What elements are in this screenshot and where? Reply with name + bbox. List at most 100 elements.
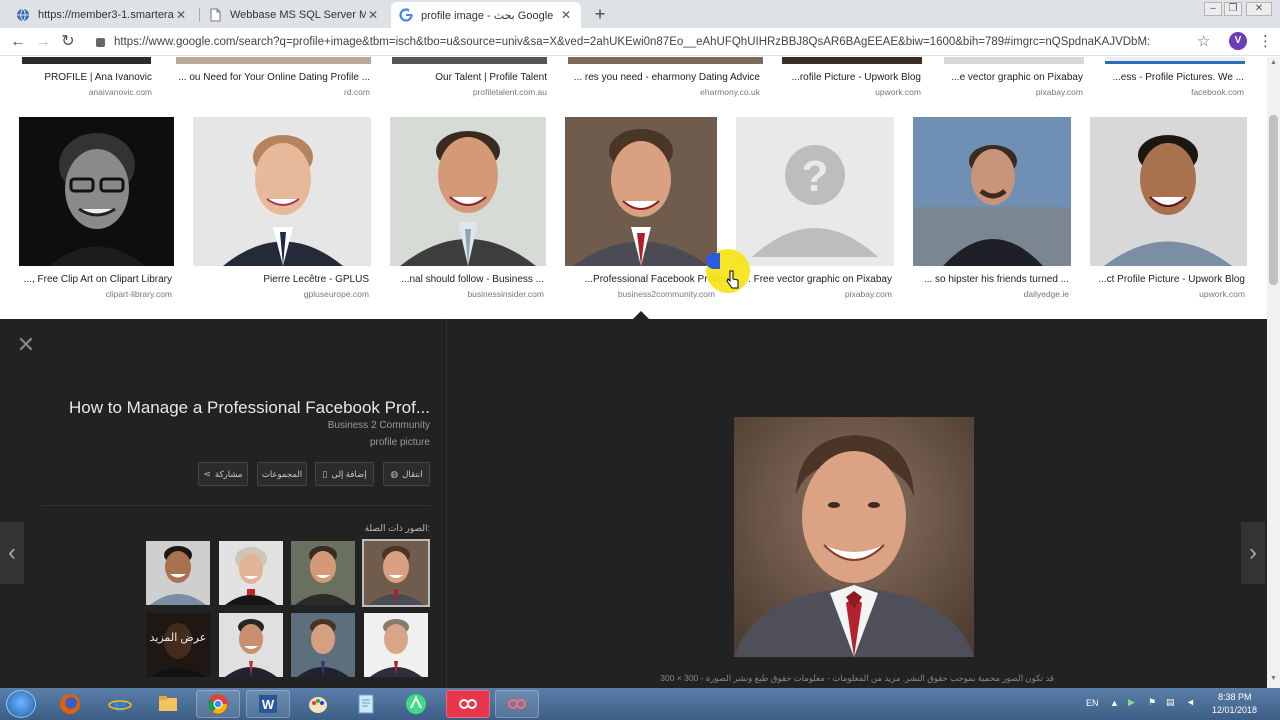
result-source: profiletalent.com.au <box>472 87 547 97</box>
volume-icon[interactable]: ◄ <box>1186 697 1195 707</box>
related-image-selected[interactable] <box>362 539 430 607</box>
image-thumb[interactable] <box>913 117 1071 266</box>
word-icon[interactable]: W <box>246 690 290 718</box>
forward-icon[interactable]: → <box>33 32 53 52</box>
file-explorer-icon[interactable] <box>146 690 190 718</box>
bookmark-star-icon[interactable]: ☆ <box>1197 32 1210 50</box>
back-icon[interactable]: ← <box>8 32 28 52</box>
result-title[interactable]: ...rofile Picture - Upwork Blog <box>770 72 922 83</box>
scroll-up-icon[interactable]: ▲ <box>1269 59 1278 69</box>
minimize-button[interactable]: – <box>1204 2 1222 16</box>
related-image[interactable] <box>146 541 210 605</box>
preview-image[interactable] <box>734 417 974 657</box>
paint-icon[interactable] <box>296 690 340 718</box>
preview-title[interactable]: How to Manage a Professional Facebook Pr… <box>40 398 430 418</box>
language-indicator[interactable]: EN <box>1086 698 1099 708</box>
result-source: pixabay.com <box>1035 87 1083 97</box>
image-thumb-partial[interactable] <box>568 57 763 64</box>
maximize-button[interactable]: ❐ <box>1224 2 1242 16</box>
result-source: anaivanovic.com <box>88 87 152 97</box>
chrome-icon[interactable] <box>196 690 240 718</box>
preview-site[interactable]: Business 2 Community <box>230 420 430 431</box>
prev-image-button[interactable]: ‹ <box>0 522 24 584</box>
close-icon[interactable]: ✕ <box>174 8 188 22</box>
screen-recorder-2-icon[interactable] <box>495 690 539 718</box>
tab-title: Webbase MS SQL Server Manage <box>230 9 366 21</box>
close-icon[interactable]: ✕ <box>16 334 36 356</box>
result-title[interactable]: ... Free vector graphic on Pixabay <box>736 274 892 285</box>
tab-webbase[interactable]: Webbase MS SQL Server Manage ✕ <box>200 2 388 28</box>
firefox-icon[interactable] <box>48 690 92 718</box>
save-button[interactable]: ▯ إضافة إلى <box>315 462 374 486</box>
new-tab-button[interactable]: + <box>590 4 610 25</box>
globe-icon: ◍ <box>390 468 399 479</box>
tab-smarterasp[interactable]: https://member3-1.smarterasp.n ✕ <box>8 2 196 28</box>
image-thumb-partial[interactable] <box>782 57 922 64</box>
result-title[interactable]: ...ess - Profile Pictures. We ... <box>1095 72 1244 83</box>
related-image[interactable] <box>219 541 283 605</box>
related-image[interactable] <box>291 613 355 677</box>
panel-divider <box>446 319 447 688</box>
close-icon[interactable]: ✕ <box>366 8 380 22</box>
image-thumb[interactable] <box>390 117 546 266</box>
start-button[interactable] <box>6 690 36 718</box>
result-title[interactable]: ..., Free Clip Art on Clipart Library <box>19 274 172 285</box>
result-title[interactable]: Our Talent | Profile Talent <box>390 72 547 83</box>
result-title[interactable]: Pierre Lecêtre - GPLUS <box>193 274 369 285</box>
visit-button[interactable]: ◍ انتقال <box>383 462 430 486</box>
result-title[interactable]: ...nal should follow - Business ... <box>390 274 544 285</box>
page-scrollbar[interactable]: ▲ ▼ <box>1267 57 1280 688</box>
close-icon[interactable]: ✕ <box>559 8 573 22</box>
person-image <box>913 145 1071 266</box>
clock-date[interactable]: 12/01/2018 <box>1212 705 1257 715</box>
share-button[interactable]: ⋖ مشاركة <box>198 462 248 486</box>
result-title[interactable]: ...e vector graphic on Pixabay <box>930 72 1083 83</box>
person-image <box>573 129 709 266</box>
result-title[interactable]: ... so hipster his friends turned ... <box>913 274 1069 285</box>
scroll-down-icon[interactable]: ▼ <box>1269 675 1278 685</box>
result-title[interactable]: PROFILE | Ana Ivanovic <box>22 72 152 83</box>
image-thumb-partial[interactable] <box>392 57 547 64</box>
image-thumb-partial[interactable] <box>22 57 151 64</box>
internet-explorer-icon[interactable]: e <box>98 690 142 718</box>
network-icon[interactable]: ▤ <box>1166 697 1175 708</box>
play-icon[interactable]: ▶ <box>1128 697 1135 708</box>
result-title[interactable]: ... ou Need for Your Online Dating Profi… <box>170 72 370 83</box>
tray-expand-icon[interactable]: ▲ <box>1110 698 1119 708</box>
image-thumb[interactable] <box>19 117 174 266</box>
windows-taskbar: e W EN ▲ ▶ ⚑ ▤ ◄ 8:38 PM 12/01/2018 <box>0 688 1280 720</box>
related-image[interactable] <box>364 613 428 677</box>
image-thumb-partial[interactable] <box>1105 57 1245 64</box>
clock-time[interactable]: 8:38 PM <box>1218 692 1252 702</box>
result-source: gpluseurope.com <box>303 289 369 299</box>
android-studio-icon[interactable] <box>394 690 438 718</box>
reload-icon[interactable]: ↻ <box>58 32 78 52</box>
flag-icon[interactable]: ⚑ <box>1148 697 1156 708</box>
collections-button[interactable]: المجموعات <box>257 462 307 486</box>
result-title[interactable]: ... res you need - eharmony Dating Advic… <box>560 72 760 83</box>
image-thumb[interactable] <box>565 117 717 266</box>
related-image[interactable] <box>219 613 283 677</box>
close-window-button[interactable]: ✕ <box>1246 2 1272 16</box>
profile-avatar[interactable]: V <box>1229 32 1247 50</box>
scrollbar-thumb[interactable] <box>1269 115 1278 285</box>
preview-description: profile picture <box>369 437 430 448</box>
url-text: https://www.google.com/search?q=profile+… <box>114 36 1151 48</box>
image-thumb-partial[interactable] <box>944 57 1084 64</box>
screen-recorder-icon[interactable] <box>446 690 490 718</box>
address-bar[interactable]: https://www.google.com/search?q=profile+… <box>88 31 1218 53</box>
tab-google-images[interactable]: profile image - بحث Google ✕ <box>391 2 581 28</box>
next-image-button[interactable]: › <box>1241 522 1265 584</box>
result-source: dailyedge.ie <box>1023 289 1069 299</box>
person-image <box>734 417 974 657</box>
more-images-button[interactable]: عرض المزيد <box>146 613 210 677</box>
menu-icon[interactable]: ⋮ <box>1258 32 1273 50</box>
notepad-icon[interactable] <box>344 690 388 718</box>
image-thumb[interactable]: ? <box>736 117 894 266</box>
image-thumb-partial[interactable] <box>176 57 371 64</box>
image-thumb[interactable] <box>193 117 371 266</box>
result-title[interactable]: ...ct Profile Picture - Upwork Blog <box>1090 274 1245 285</box>
image-thumb[interactable] <box>1090 117 1247 266</box>
tab-strip: https://member3-1.smarterasp.n ✕ Webbase… <box>0 0 1280 28</box>
related-image[interactable] <box>291 541 355 605</box>
